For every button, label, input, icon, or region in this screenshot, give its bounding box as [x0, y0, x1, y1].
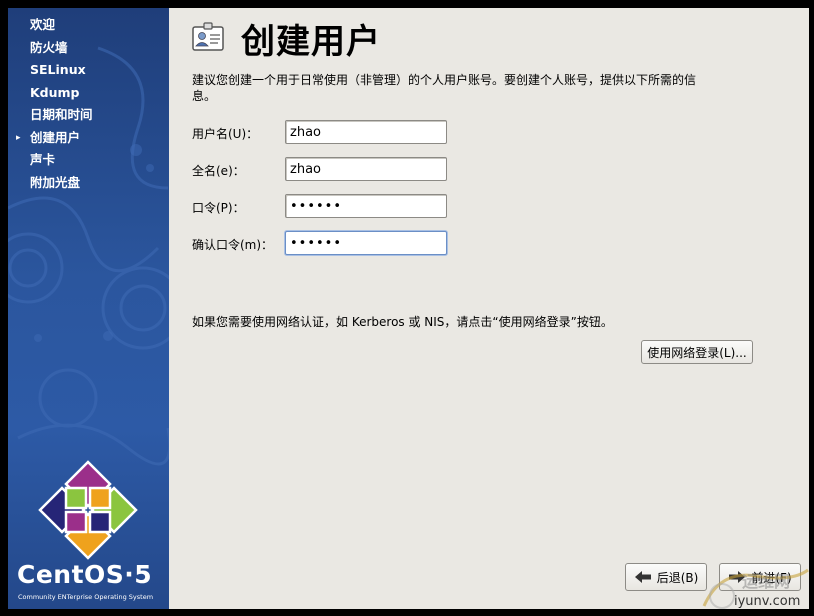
step-date-time: 日期和时间 [30, 107, 93, 122]
user-badge-icon [192, 22, 224, 51]
step-create-user: ▸ 创建用户 [8, 127, 169, 150]
network-login-button[interactable]: 使用网络登录(L)... [641, 340, 753, 364]
back-arrow-icon [634, 571, 651, 583]
fullname-label: 全名(e)： [192, 164, 245, 178]
network-login-button-label: 使用网络登录(L)... [647, 345, 747, 360]
watermark-text-main: 运维网 [742, 572, 791, 591]
username-label: 用户名(U)： [192, 127, 259, 141]
intro-text: 建议您创建一个用于日常使用（非管理）的个人用户账号。要创建个人账号，提供以下所需… [192, 73, 697, 103]
step-welcome: 欢迎 [30, 17, 56, 32]
step-kdump: Kdump [30, 84, 80, 100]
sidebar: 欢迎 防火墙 SELinux Kdump 日期和时间 ▸ 创建用户 声卡 附加光… [8, 8, 169, 609]
centos-tagline: Community ENTerprise Operating System [18, 593, 154, 601]
step-list: 欢迎 防火墙 SELinux Kdump 日期和时间 ▸ 创建用户 声卡 附加光… [8, 14, 169, 194]
back-button-label: 后退(B) [656, 570, 699, 585]
step-sound-card: 声卡 [30, 152, 56, 167]
confirm-password-field[interactable] [285, 231, 447, 255]
step-firewall: 防火墙 [30, 39, 68, 55]
fullname-field[interactable] [285, 157, 447, 181]
main-panel: 创建用户 建议您创建一个用于日常使用（非管理）的个人用户账号。要创建个人账号，提… [169, 8, 809, 609]
centos-logo-icon [38, 460, 138, 560]
step-selinux: SELinux [30, 62, 86, 77]
network-login-hint: 如果您需要使用网络认证，如 Kerberos 或 NIS，请点击“使用网络登录”… [192, 315, 613, 329]
password-field[interactable] [285, 194, 447, 218]
page-title: 创建用户 [241, 22, 381, 62]
step-additional-cds: 附加光盘 [30, 174, 81, 190]
current-step-arrow-icon: ▸ [16, 132, 21, 143]
password-label: 口令(P)： [192, 201, 245, 215]
confirm-password-label: 确认口令(m)： [192, 238, 274, 252]
back-button[interactable]: 后退(B) [625, 563, 707, 591]
firstboot-window: 欢迎 防火墙 SELinux Kdump 日期和时间 ▸ 创建用户 声卡 附加光… [8, 8, 809, 609]
watermark-text-url: iyunv.com [734, 594, 801, 609]
centos-brand: CentOS·5 [17, 560, 153, 589]
username-field[interactable] [285, 120, 447, 144]
